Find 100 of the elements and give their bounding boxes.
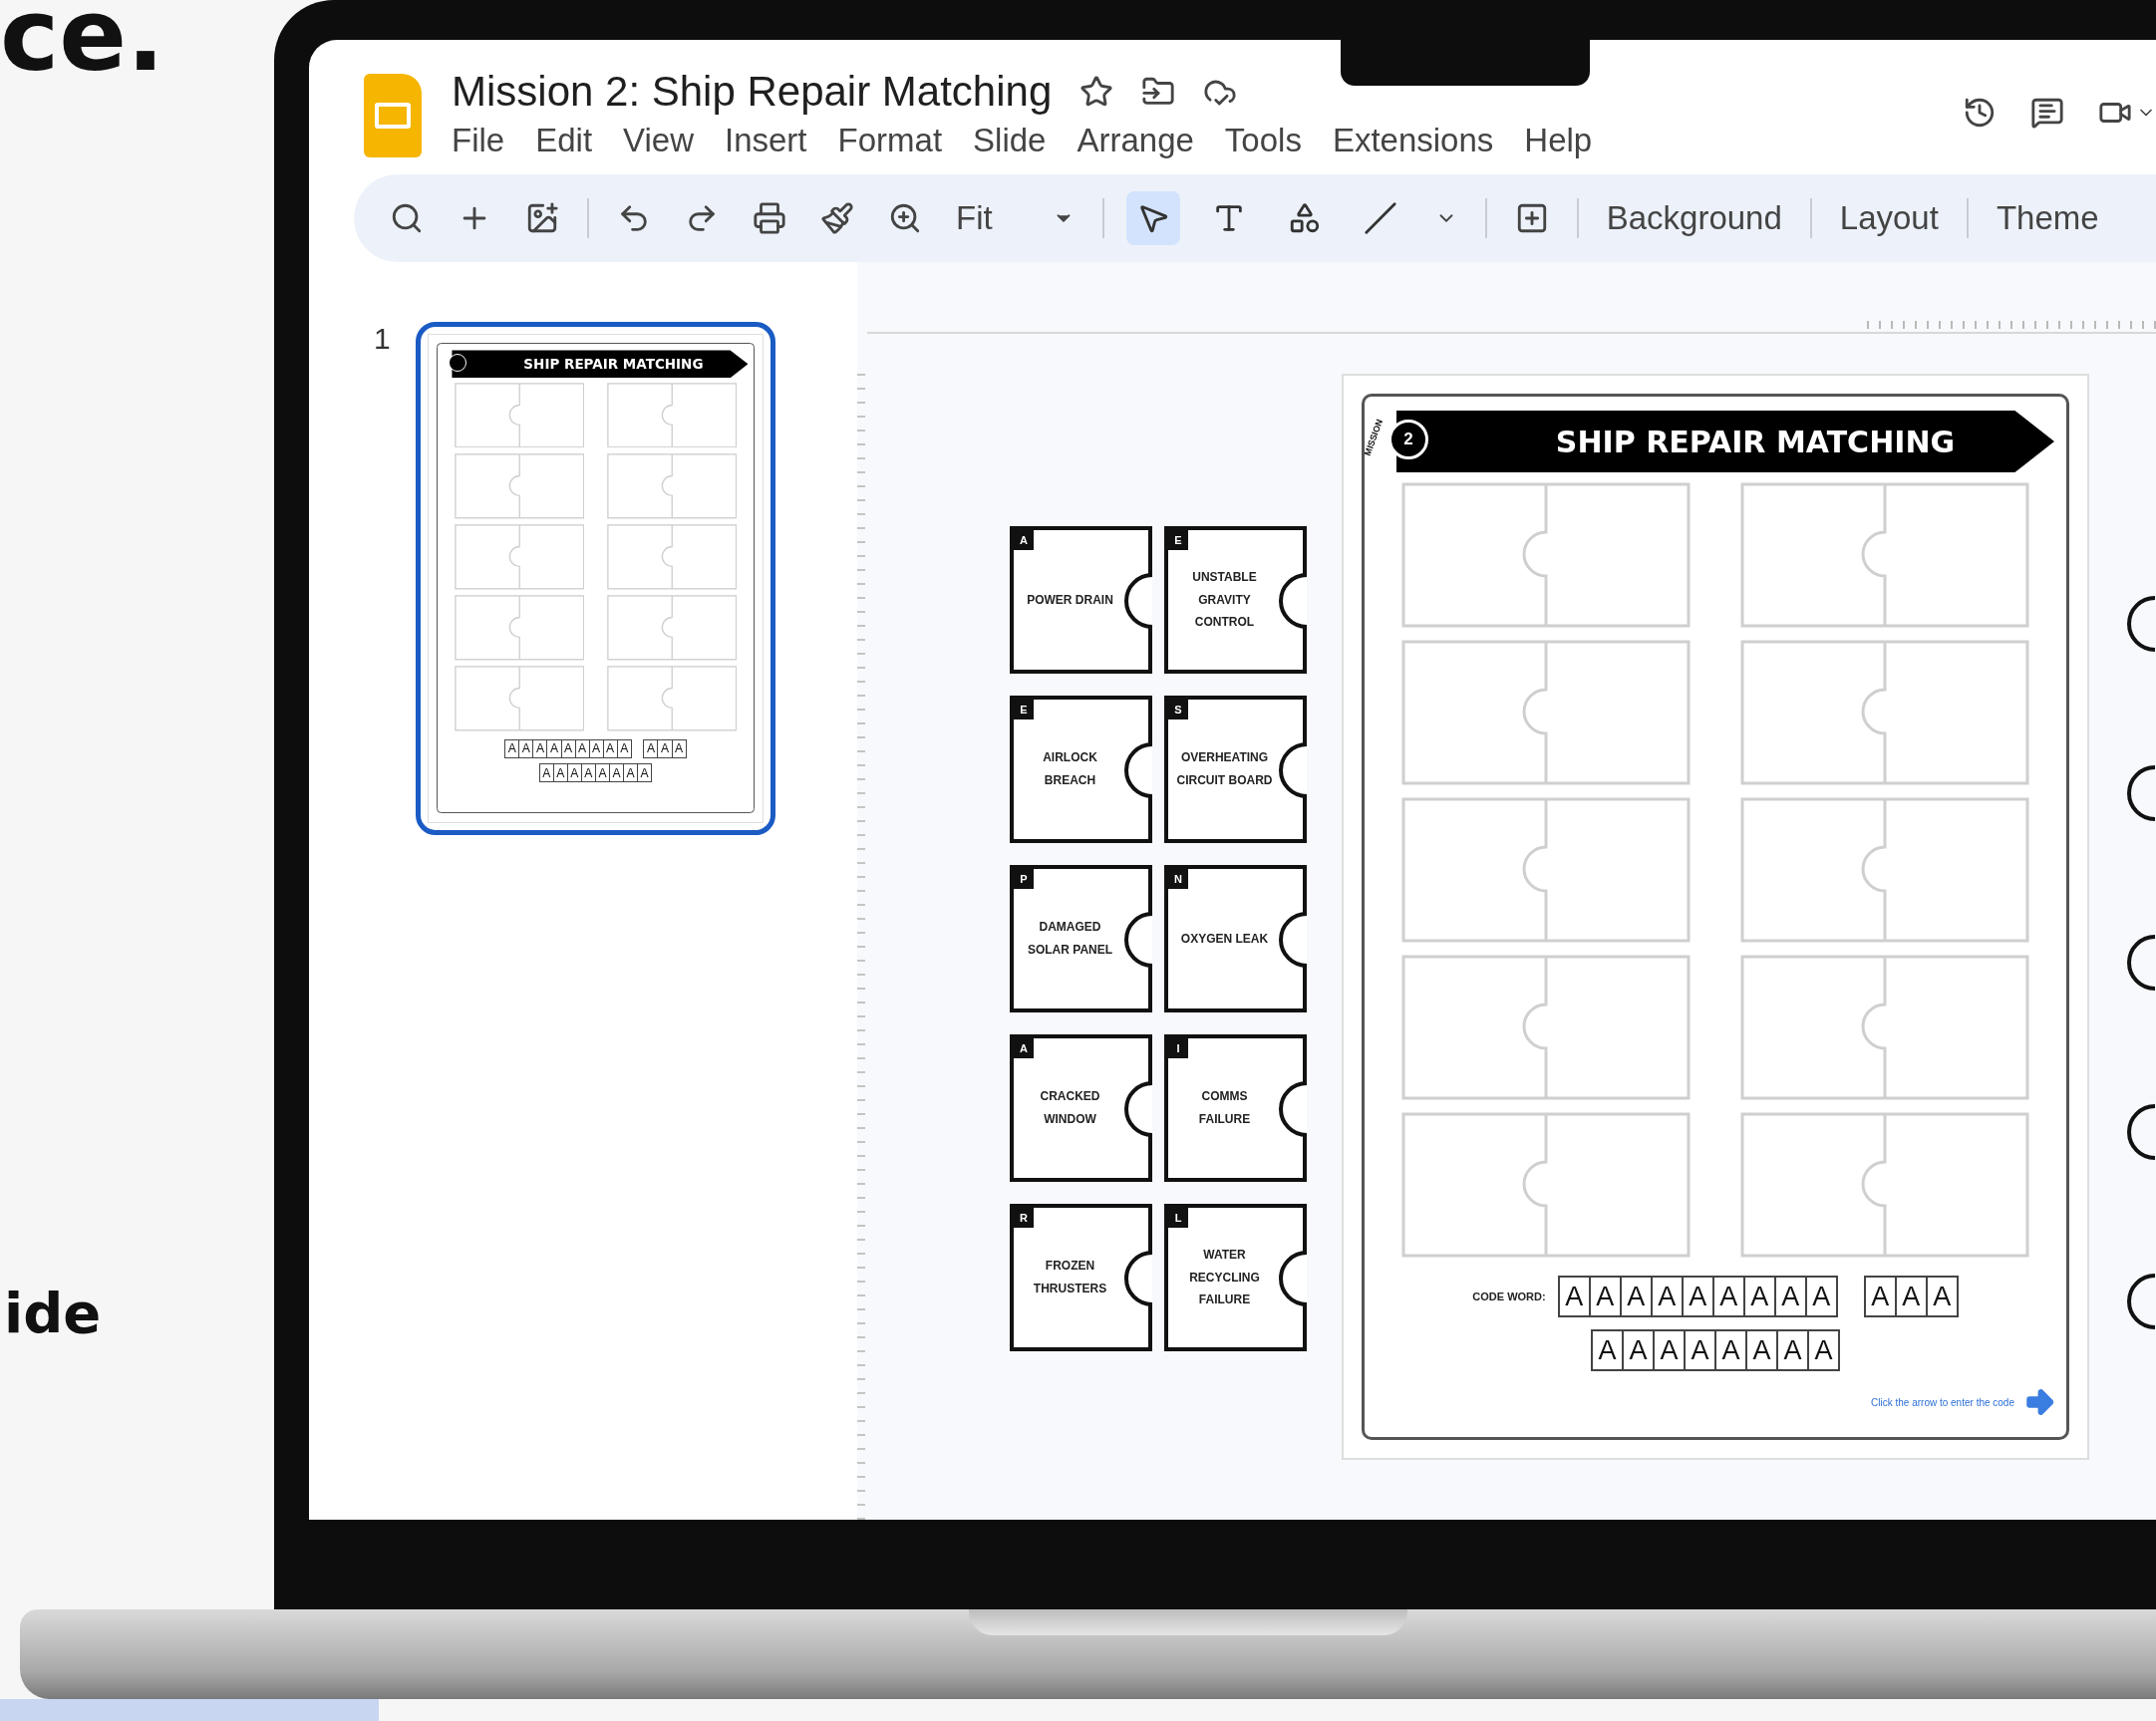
slide-number: 1 xyxy=(374,322,391,356)
code-letter: A xyxy=(1713,1278,1745,1315)
piece-label: UNSTABLE GRAVITY CONTROL xyxy=(1191,568,1258,632)
code-letter: A xyxy=(595,764,610,782)
code-letter: A xyxy=(1621,1278,1653,1315)
piece-label: POWER DRAIN xyxy=(1027,591,1113,609)
piece-letter: R xyxy=(1014,1208,1034,1228)
menu-item[interactable]: Help xyxy=(1524,122,1593,159)
code-letter: A xyxy=(619,740,630,757)
code-letter: A xyxy=(658,739,673,757)
piece-label: AIRLOCK BREACH xyxy=(1042,749,1098,789)
menu-item[interactable]: Arrange xyxy=(1077,122,1194,159)
puzzle-piece[interactable]: E AIRLOCK BREACH xyxy=(1010,696,1152,843)
code-letter: A xyxy=(1655,1331,1686,1369)
puzzle-piece[interactable]: N OXYGEN LEAK xyxy=(1164,865,1307,1012)
code-letter: A xyxy=(1775,1278,1807,1315)
menu-item[interactable]: Tools xyxy=(1224,122,1302,159)
piece-label: WATER RECYCLING FAILURE xyxy=(1188,1246,1261,1309)
puzzle-piece[interactable]: E UNSTABLE GRAVITY CONTROL xyxy=(1164,526,1307,674)
code-letter: A xyxy=(539,764,554,782)
menu-item[interactable]: Slide xyxy=(973,122,1047,159)
history-icon[interactable] xyxy=(1963,96,1997,130)
code-letter: A xyxy=(533,739,548,757)
menu-item[interactable]: View xyxy=(623,122,694,159)
heading-fragment: ce. xyxy=(0,0,166,86)
slide-thumbnail[interactable]: SHIP REPAIR MATCHING A A A A A A A A A A A A A A A A A A A A xyxy=(415,322,776,835)
code-letter: A xyxy=(1652,1278,1684,1315)
puzzle-piece[interactable]: I COMMS FAILURE xyxy=(1164,1034,1307,1182)
code-letter: A xyxy=(589,739,604,757)
mission-badge xyxy=(448,354,466,373)
piece-label: FROZEN THRUSTERS xyxy=(1032,1258,1108,1297)
code-letter: A xyxy=(624,764,639,782)
puzzle-piece-edge xyxy=(2127,1273,2155,1330)
puzzle-piece-edge xyxy=(2127,764,2155,822)
code-letter: A xyxy=(1559,1278,1591,1315)
menu-item[interactable]: Format xyxy=(837,122,943,159)
toolbar-button[interactable]: Background xyxy=(1600,193,1788,243)
puzzle-piece[interactable]: P DAMAGED SOLAR PANEL xyxy=(1010,865,1152,1012)
puzzle-piece[interactable]: S OVERHEATING CIRCUIT BOARD xyxy=(1164,696,1307,843)
piece-letter: A xyxy=(1014,530,1034,550)
menu-item[interactable]: Extensions xyxy=(1332,122,1494,159)
piece-label: DAMAGED SOLAR PANEL xyxy=(1026,919,1114,959)
code-letter: A xyxy=(603,739,618,757)
code-letter: A xyxy=(610,764,625,782)
puzzle-piece[interactable]: R FROZEN THRUSTERS xyxy=(1010,1204,1152,1351)
puzzle-piece-edge xyxy=(2127,595,2155,653)
code-letter: A xyxy=(1811,1280,1832,1313)
puzzle-piece[interactable]: A POWER DRAIN xyxy=(1010,526,1152,674)
comments-icon[interactable] xyxy=(2030,96,2064,130)
menu-item[interactable]: Insert xyxy=(725,122,807,159)
title-banner: SHIP REPAIR MATCHING xyxy=(452,350,749,379)
code-letter: A xyxy=(1865,1278,1897,1315)
code-letter: A xyxy=(547,739,562,757)
code-letter: A xyxy=(1593,1331,1624,1369)
code-letter: A xyxy=(1747,1331,1778,1369)
code-letter: A xyxy=(1716,1331,1747,1369)
puzzle-piece[interactable]: L WATER RECYCLING FAILURE xyxy=(1164,1204,1307,1351)
piece-letter: N xyxy=(1168,869,1188,889)
code-letter: A xyxy=(519,739,534,757)
code-letter: A xyxy=(644,739,659,757)
code-letter: A xyxy=(1932,1280,1953,1313)
pointer-icon[interactable] xyxy=(1125,191,1180,245)
piece-letter: L xyxy=(1168,1208,1188,1228)
puzzle-piece-edge xyxy=(2127,934,2155,992)
piece-letter: E xyxy=(1168,530,1188,550)
toolbar-button[interactable]: Theme xyxy=(1990,193,2105,243)
code-letter: A xyxy=(1778,1331,1809,1369)
piece-letter: S xyxy=(1168,700,1188,719)
caption-fragment: ide xyxy=(3,1281,103,1345)
puzzle-piece[interactable]: A CRACKED WINDOW xyxy=(1010,1034,1152,1182)
code-letter: A xyxy=(1686,1331,1716,1369)
piece-letter: E xyxy=(1014,700,1034,719)
code-letter: A xyxy=(639,764,650,782)
code-letter: A xyxy=(1624,1331,1655,1369)
star-icon[interactable] xyxy=(1079,75,1114,109)
code-letter: A xyxy=(1896,1278,1928,1315)
menu-item[interactable]: Edit xyxy=(535,122,593,159)
piece-label: OXYGEN LEAK xyxy=(1180,930,1269,948)
piece-letter: P xyxy=(1014,869,1034,889)
mission-badge: 2 xyxy=(1388,420,1428,459)
code-letter: A xyxy=(1813,1333,1834,1367)
code-letter: A xyxy=(1744,1278,1776,1315)
code-word-label: CODE WORD: xyxy=(1472,1291,1546,1302)
code-letter: A xyxy=(1590,1278,1622,1315)
piece-label: CRACKED WINDOW xyxy=(1039,1088,1101,1128)
code-letter: A xyxy=(575,739,590,757)
code-letter: A xyxy=(561,739,576,757)
code-letter: A xyxy=(674,740,685,757)
piece-letter: I xyxy=(1168,1038,1188,1058)
code-letter: A xyxy=(553,764,568,782)
toolbar-button[interactable]: Layout xyxy=(1833,193,1945,243)
document-title[interactable]: Mission 2: Ship Repair Matching xyxy=(452,68,1053,116)
code-letter: A xyxy=(1683,1278,1714,1315)
piece-label: COMMS FAILURE xyxy=(1197,1088,1252,1128)
piece-letter: A xyxy=(1014,1038,1034,1058)
hint-text: Click the arrow to enter the code xyxy=(1871,1396,2014,1408)
zoom-select[interactable]: Fit xyxy=(950,198,1080,238)
code-letter: A xyxy=(505,739,520,757)
menu-item[interactable]: File xyxy=(452,122,505,159)
piece-label: OVERHEATING CIRCUIT BOARD xyxy=(1175,749,1274,789)
